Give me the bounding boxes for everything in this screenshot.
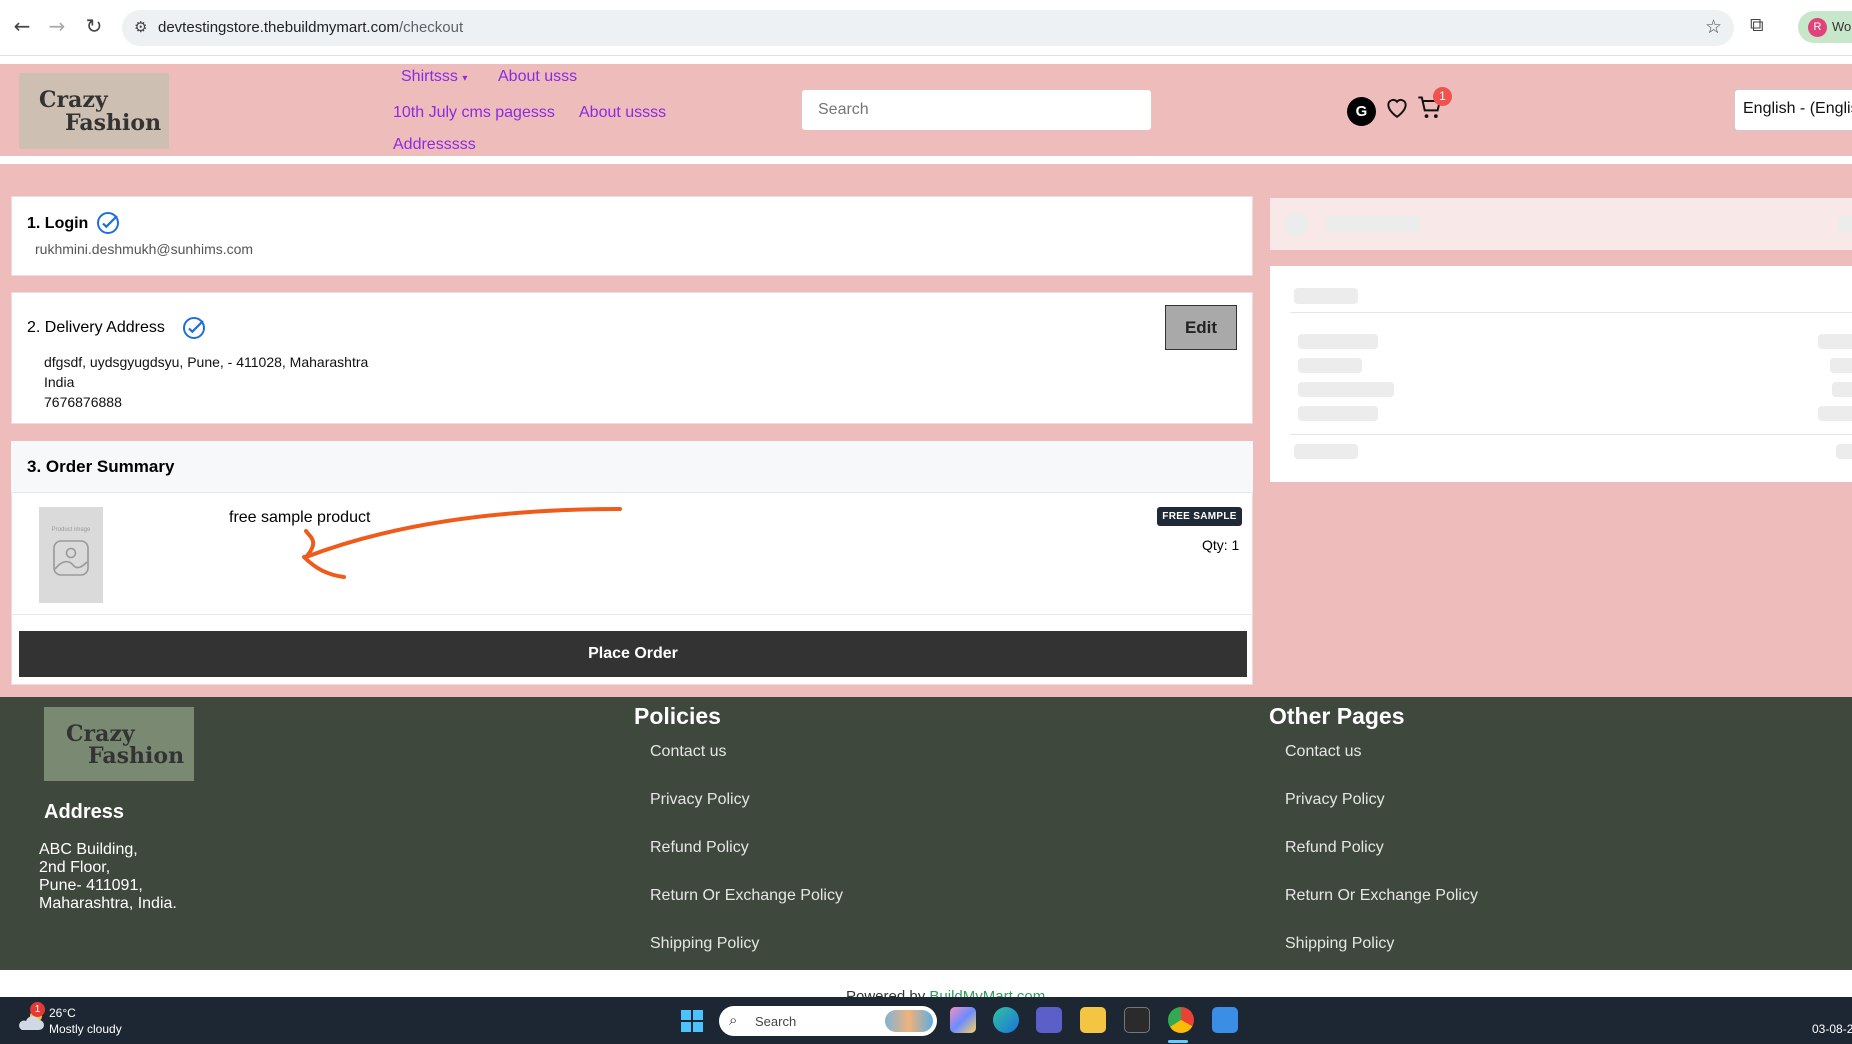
user-avatar[interactable]: G [1347, 97, 1376, 126]
weather-temperature: 26°C [49, 1006, 76, 1020]
extensions-icon[interactable]: ⧉ [1750, 14, 1764, 36]
footer-address-heading: Address [44, 801, 125, 823]
copilot-icon[interactable] [950, 1007, 976, 1033]
footer-other-refund[interactable]: Refund Policy [1285, 839, 1384, 857]
browser-toolbar: ← → ↻ ⚙ devtestingstore.thebuildmymart.c… [0, 0, 1852, 56]
nav-cms-pages[interactable]: 10th July cms pagesss [393, 104, 555, 122]
edit-address-button[interactable]: Edit [1165, 305, 1237, 350]
address-bar[interactable]: ⚙ devtestingstore.thebuildmymart.com/che… [122, 10, 1734, 46]
skeleton-bar [1298, 358, 1362, 373]
footer-logo[interactable]: Crazy Fashion [44, 707, 194, 781]
skeleton-bar [1298, 382, 1394, 397]
search-input[interactable] [801, 89, 1152, 131]
footer-other-heading: Other Pages [1269, 703, 1405, 729]
weather-condition: Mostly cloudy [49, 1022, 122, 1036]
footer-other-return[interactable]: Return Or Exchange Policy [1285, 887, 1478, 905]
footer-policies-heading: Policies [634, 703, 721, 729]
language-select[interactable]: English - (English) [1734, 89, 1852, 131]
footer-address-line: Maharashtra, India. [39, 895, 177, 912]
site-header: Crazy Fashion Shirtsss ▾ About usss 10th… [0, 64, 1852, 156]
product-thumbnail[interactable]: Product image [39, 507, 103, 603]
delivery-address-line: dfgsdf, uydsgyugdsyu, Pune, - 411028, Ma… [44, 354, 369, 370]
delivery-step-title: 2. Delivery Address [27, 319, 165, 336]
skeleton-bar [1838, 216, 1852, 232]
profile-name: Wo [1832, 19, 1852, 34]
image-placeholder-icon [53, 540, 89, 576]
forward-arrow-icon[interactable]: → [45, 14, 69, 38]
footer-link-return[interactable]: Return Or Exchange Policy [650, 887, 843, 905]
nav-address[interactable]: Addresssss [393, 136, 476, 154]
footer-link-shipping[interactable]: Shipping Policy [650, 935, 759, 953]
chrome-browser-icon[interactable] [1168, 1007, 1194, 1033]
teams-icon[interactable] [1036, 1007, 1062, 1033]
skeleton-bar [1818, 406, 1852, 421]
footer-address-line: ABC Building, [39, 841, 138, 858]
place-order-button[interactable]: Place Order [19, 631, 1247, 677]
profile-avatar: R [1808, 18, 1827, 37]
nav-shirts[interactable]: Shirtsss ▾ [401, 68, 467, 86]
skeleton-divider [1290, 434, 1852, 435]
weather-badge: 1 [30, 1002, 45, 1017]
edge-browser-icon[interactable] [993, 1007, 1019, 1033]
footer-other-privacy[interactable]: Privacy Policy [1285, 791, 1385, 809]
taskbar-search[interactable]: ⌕ Search [719, 1006, 937, 1036]
search-icon: ⌕ [729, 1011, 738, 1029]
skeleton-circle [1284, 212, 1308, 236]
footer-other-shipping[interactable]: Shipping Policy [1285, 935, 1394, 953]
notepad-icon[interactable] [1212, 1007, 1238, 1033]
terminal-app-icon[interactable] [1124, 1007, 1150, 1033]
login-step-card [11, 196, 1253, 276]
skeleton-bar [1298, 406, 1378, 421]
skeleton-bar [1294, 288, 1358, 304]
nav-about-usss[interactable]: About usss [498, 68, 577, 86]
address-bar-url: devtestingstore.thebuildmymart.com/check… [158, 19, 464, 36]
price-summary-skeleton-header [1270, 198, 1852, 250]
summary-divider [11, 614, 1253, 615]
login-step-title: 1. Login [27, 215, 89, 232]
footer-link-refund[interactable]: Refund Policy [650, 839, 749, 857]
windows-taskbar: 1 26°C Mostly cloudy ⌕ Search 1 03-08-2 [0, 997, 1852, 1044]
skeleton-bar [1830, 358, 1852, 373]
skeleton-bar [1818, 334, 1852, 349]
price-summary-skeleton [1270, 266, 1852, 482]
search-highlight-image [885, 1010, 933, 1032]
site-footer: Crazy Fashion Address ABC Building, 2nd … [0, 697, 1852, 970]
skeleton-divider [1290, 312, 1852, 313]
caret-down-icon: ▾ [462, 73, 468, 84]
skeleton-bar [1832, 382, 1852, 397]
delivery-country: India [44, 374, 75, 390]
delivery-phone: 7676876888 [44, 394, 122, 410]
nav-about-ussss[interactable]: About ussss [579, 104, 666, 122]
login-email: rukhmini.deshmukh@sunhims.com [35, 241, 254, 257]
order-summary-header: 3. Order Summary [11, 441, 1253, 493]
site-info-icon[interactable]: ⚙ [134, 18, 147, 36]
skeleton-bar [1836, 444, 1852, 459]
active-app-indicator [1168, 1040, 1188, 1043]
footer-other-contact[interactable]: Contact us [1285, 743, 1361, 761]
delivery-check-icon [183, 317, 205, 339]
footer-link-privacy[interactable]: Privacy Policy [650, 791, 750, 809]
reload-icon[interactable]: ↻ [82, 14, 106, 38]
file-explorer-icon[interactable] [1080, 1007, 1106, 1033]
login-check-icon [97, 212, 119, 234]
footer-address-line: 2nd Floor, [39, 859, 111, 876]
wishlist-heart-icon[interactable] [1384, 94, 1410, 120]
product-quantity: Qty: 1 [1202, 537, 1240, 553]
skeleton-bar [1294, 444, 1358, 459]
skeleton-bar [1325, 216, 1421, 232]
taskbar-time[interactable]: 1 [1808, 1006, 1852, 1020]
free-sample-badge: FREE SAMPLE [1157, 507, 1242, 526]
order-summary-title: 3. Order Summary [27, 457, 175, 476]
annotation-arrow [302, 507, 622, 579]
site-logo[interactable]: Crazy Fashion [19, 73, 169, 149]
skeleton-bar [1298, 334, 1378, 349]
profile-button[interactable]: R Wo [1798, 11, 1852, 43]
back-arrow-icon[interactable]: ← [10, 14, 34, 38]
footer-link-contact[interactable]: Contact us [650, 743, 726, 761]
taskbar-date[interactable]: 03-08-2 [1812, 1022, 1852, 1036]
cart-count-badge: 1 [1433, 87, 1452, 106]
footer-address-line: Pune- 411091, [39, 877, 143, 894]
windows-start-icon[interactable] [680, 1009, 704, 1033]
bookmark-star-icon[interactable]: ☆ [1705, 16, 1722, 38]
